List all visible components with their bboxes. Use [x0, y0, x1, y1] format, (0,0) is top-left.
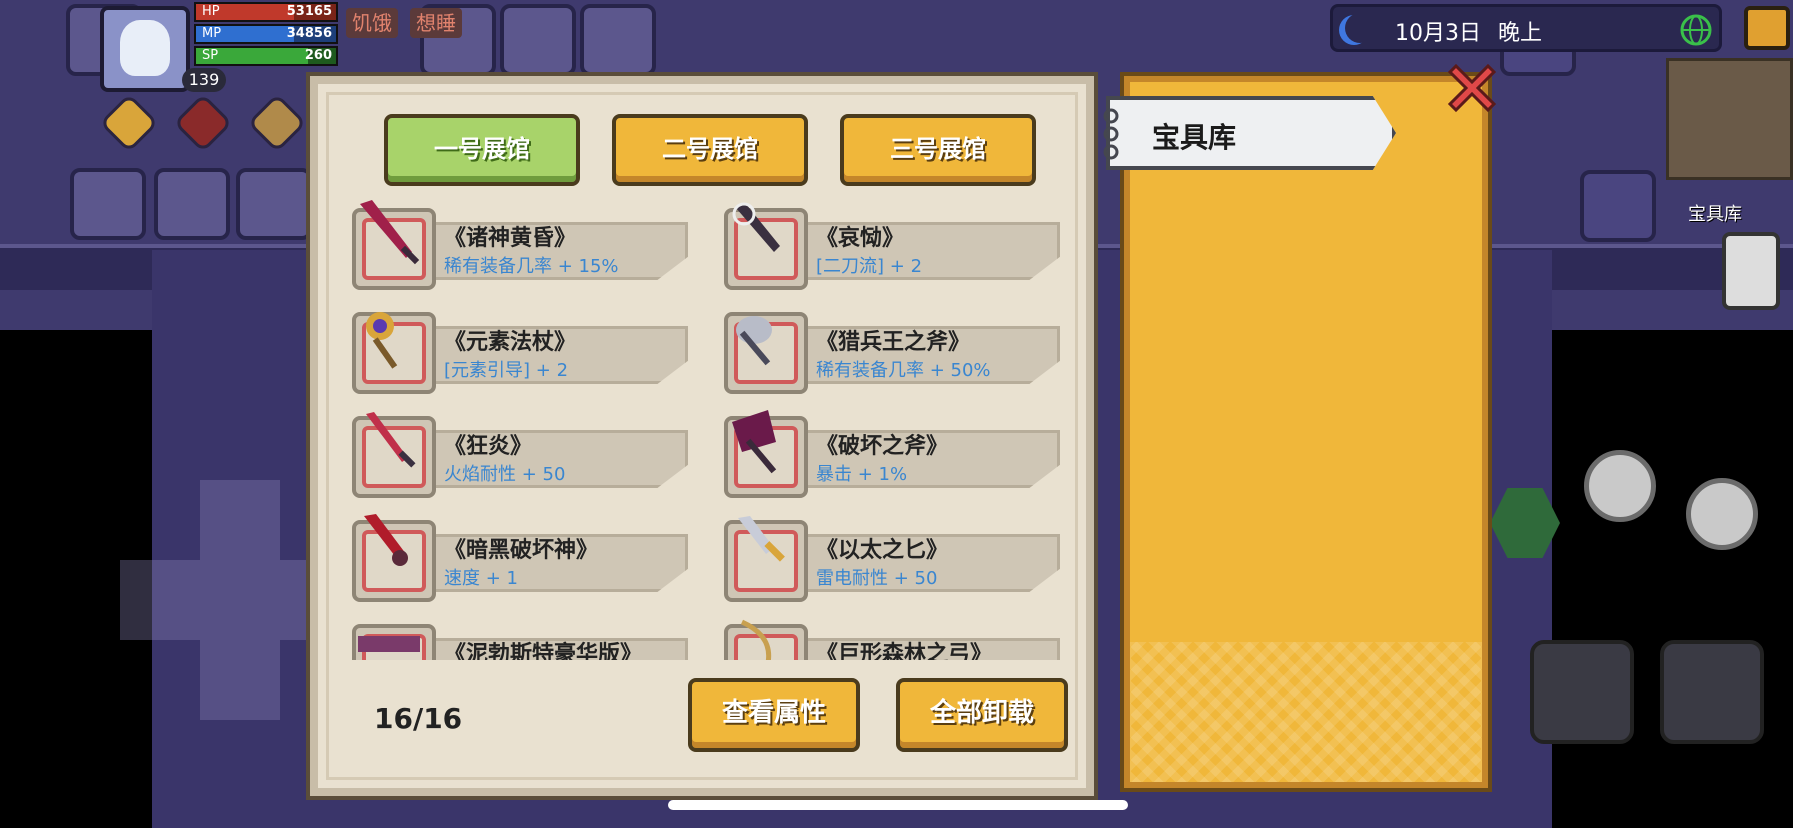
status-hungry-badge: 饥饿: [346, 8, 398, 38]
mp-value: 34856: [286, 26, 332, 41]
globe-icon[interactable]: [1679, 13, 1713, 47]
item-effect: 暴击 + 1%: [816, 464, 908, 485]
hp-value: 53165: [286, 4, 332, 19]
unload-all-button[interactable]: 全部卸载: [896, 678, 1068, 752]
forest-bow-icon: [740, 619, 772, 660]
close-icon[interactable]: [1440, 56, 1504, 120]
floor-tile: [500, 4, 576, 76]
item-name: 《狂炎》: [444, 434, 533, 459]
ribbon-binder-icon: [1103, 108, 1119, 160]
vault-title-ribbon: 宝具库: [1106, 96, 1396, 170]
floor-tile: [70, 168, 146, 240]
item-effect: 火焰耐性 + 50: [444, 464, 566, 485]
date-text: 10月3日: [1395, 21, 1481, 46]
exhibit-count: 16/16: [374, 702, 463, 735]
skill-button-1[interactable]: [1584, 450, 1656, 522]
list-item[interactable]: 《暗黑破坏神》 速度 + 1: [352, 506, 692, 602]
floor-tile: [154, 168, 230, 240]
item-effect: [二刀流] + 2: [816, 256, 923, 277]
item-name: 《诸神黄昏》: [444, 226, 577, 251]
floor-tile: [580, 4, 656, 76]
item-effect: [元素引导] + 2: [444, 360, 569, 381]
player-level-badge: 139: [182, 68, 226, 92]
vault-title: 宝具库: [1152, 121, 1237, 154]
list-item[interactable]: 《巨形森林之弓》: [724, 610, 1064, 660]
weapon-slot-bow[interactable]: [1660, 640, 1764, 744]
list-item[interactable]: 《泥勃斯特豪华版》: [352, 610, 692, 660]
sp-value: 260: [304, 48, 332, 63]
list-item[interactable]: 《破坏之斧》 暴击 + 1%: [724, 402, 1064, 498]
item-effect: 稀有装备几率 + 50%: [816, 360, 991, 381]
status-sleepy-badge: 想睡: [410, 8, 462, 38]
phone-icon[interactable]: [1722, 232, 1780, 310]
floor-tile: [1580, 170, 1656, 242]
tab-hall-2[interactable]: 二号展馆: [612, 114, 808, 186]
minimap[interactable]: [1666, 58, 1793, 180]
item-name: 《哀恸》: [816, 226, 905, 251]
menu-toggle-button[interactable]: [1744, 6, 1790, 50]
vault-panel[interactable]: [1120, 72, 1492, 792]
weapon-slot-sword[interactable]: [1530, 640, 1634, 744]
home-indicator[interactable]: [668, 800, 1128, 810]
time-of-day-text: 晚上: [1498, 21, 1543, 46]
list-item[interactable]: 《诸神黄昏》 稀有装备几率 + 15%: [352, 194, 692, 290]
mp-bar: MP 34856: [194, 24, 338, 44]
tab-hall-3[interactable]: 三号展馆: [840, 114, 1036, 186]
launcher-icon: [358, 636, 420, 652]
floor-tile: [236, 168, 312, 240]
item-effect: 雷电耐性 + 50: [816, 568, 938, 589]
list-item[interactable]: 《哀恸》 [二刀流] + 2: [724, 194, 1064, 290]
tab-hall-1[interactable]: 一号展馆: [384, 114, 580, 186]
hp-label: HP: [202, 4, 220, 19]
item-name: 《泥勃斯特豪华版》: [444, 642, 643, 660]
map-location-label: 宝具库: [1688, 204, 1742, 225]
item-effect: 稀有装备几率 + 15%: [444, 256, 619, 277]
date-time-bar: 10月3日 晚上: [1330, 4, 1722, 52]
sp-label: SP: [202, 48, 219, 63]
item-effect: 速度 + 1: [444, 568, 518, 589]
skill-button-2[interactable]: [1686, 478, 1758, 550]
crimson-greatsword-icon: [360, 200, 420, 265]
destruction-axe-icon: [732, 410, 777, 474]
list-item[interactable]: 《以太之匕》 雷电耐性 + 50: [724, 506, 1064, 602]
vault-pattern: [1130, 642, 1482, 782]
item-name: 《破坏之斧》: [816, 434, 949, 459]
item-name: 《元素法杖》: [444, 330, 577, 355]
item-name: 《以太之匕》: [816, 538, 949, 563]
sp-bar: SP 260: [194, 46, 338, 66]
view-attributes-button[interactable]: 查看属性: [688, 678, 860, 752]
item-name: 《暗黑破坏神》: [444, 538, 599, 563]
exhibition-panel: 一号展馆 二号展馆 三号展馆 《诸神黄昏》 稀有装备几率 + 15% 《哀恸》 …: [306, 72, 1098, 800]
ether-dagger-icon: [738, 516, 785, 562]
item-name: 《巨形森林之弓》: [816, 642, 993, 660]
item-name: 《猎兵王之斧》: [816, 330, 971, 355]
player-avatar[interactable]: [100, 6, 190, 92]
list-item[interactable]: 《猎兵王之斧》 稀有装备几率 + 50%: [724, 298, 1064, 394]
list-item[interactable]: 《元素法杖》 [元素引导] + 2: [352, 298, 692, 394]
dark-blade-icon: [732, 202, 780, 252]
exhibit-list[interactable]: 《诸神黄昏》 稀有装备几率 + 15% 《哀恸》 [二刀流] + 2 《元素法杖…: [352, 194, 1072, 660]
moon-icon: [1345, 13, 1375, 43]
mp-label: MP: [202, 26, 222, 41]
flame-sword-icon: [366, 412, 416, 468]
hunter-axe-icon: [736, 316, 772, 366]
diablo-sword-icon: [364, 514, 408, 566]
hp-bar: HP 53165: [194, 2, 338, 22]
list-item[interactable]: 《狂炎》 火焰耐性 + 50: [352, 402, 692, 498]
elemental-staff-icon: [366, 312, 398, 369]
